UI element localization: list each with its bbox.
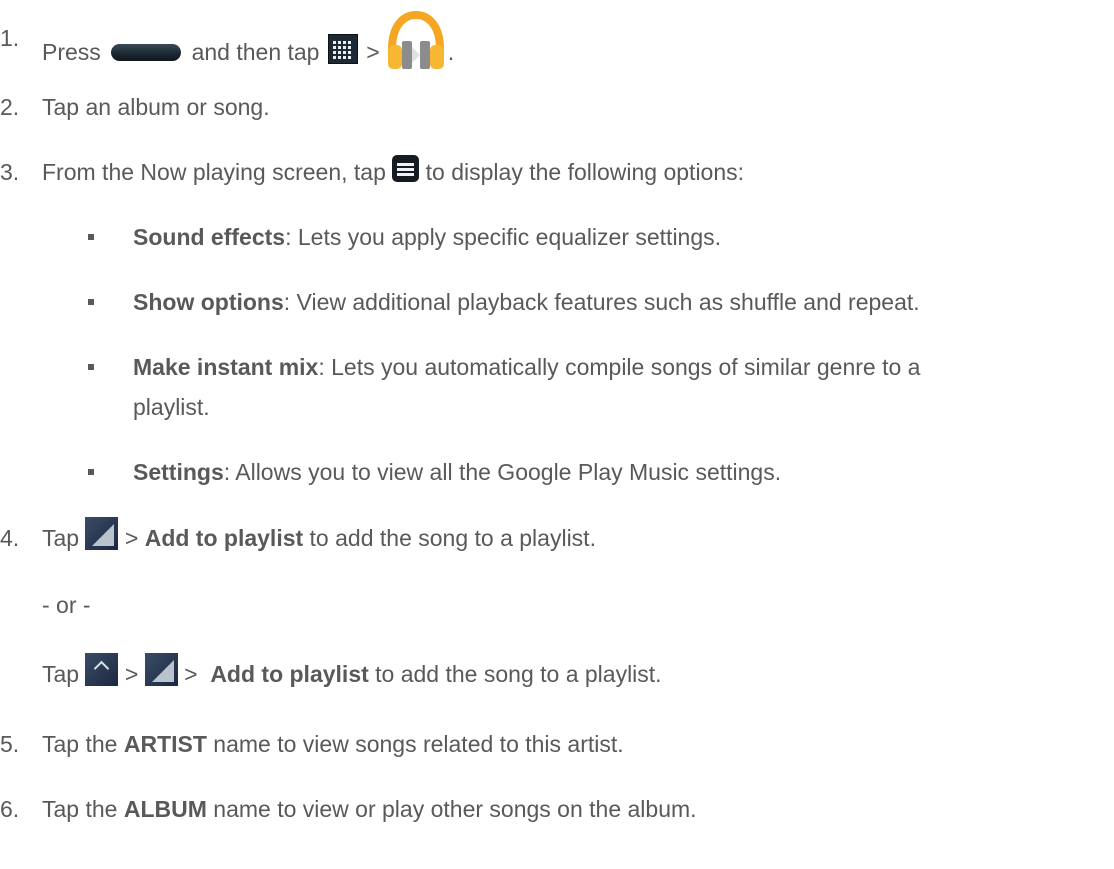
step-text: Tap	[42, 525, 80, 551]
option-desc: : Lets you apply specific equalizer sett…	[285, 224, 722, 250]
step-text: >	[366, 39, 380, 66]
option-title: Settings	[133, 459, 224, 485]
step-bold: ALBUM	[123, 796, 207, 822]
step-text: >	[124, 661, 139, 687]
step-number: 6.	[0, 796, 20, 822]
step-text: Tap the	[42, 731, 118, 757]
option-desc: : Lets you automatically compile songs o…	[318, 354, 921, 380]
option-desc: : Allows you to view all the Google Play…	[223, 459, 782, 485]
step-text: >	[124, 525, 139, 551]
step-text: name to view songs related to this artis…	[213, 731, 624, 757]
step-text: Tap	[42, 661, 80, 687]
step-text: Tap an album or song.	[42, 94, 270, 120]
step-text: .	[447, 39, 455, 66]
step-text: and then tap	[191, 39, 320, 66]
overflow-corner-icon	[85, 517, 119, 551]
step-number: 1.	[0, 25, 20, 51]
step-number: 3.	[0, 159, 20, 185]
step-text: to display the following options:	[425, 159, 745, 185]
step-number: 5.	[0, 731, 20, 757]
option-desc: : View additional playback features such…	[283, 289, 920, 315]
home-key-icon	[111, 43, 182, 61]
expand-caret-icon	[85, 653, 119, 687]
step-text: >	[184, 661, 198, 687]
step-bold: Add to playlist	[210, 661, 369, 687]
menu-key-icon	[392, 155, 420, 183]
step-text: Tap the	[42, 796, 118, 822]
option-title: Show options	[133, 289, 284, 315]
option-desc: playlist.	[133, 394, 210, 420]
option-title: Sound effects	[133, 224, 286, 250]
bullet	[88, 469, 94, 475]
bullet	[88, 299, 94, 305]
step-bold: Add to playlist	[144, 525, 304, 551]
bullet	[88, 234, 94, 240]
overflow-corner-icon	[144, 653, 178, 687]
step-text: From the Now playing screen, tap	[42, 159, 386, 185]
step-text: to add the song to a playlist.	[375, 661, 662, 687]
bullet	[88, 364, 94, 370]
step-number: 4.	[0, 525, 20, 551]
step-bold: ARTIST	[123, 731, 207, 757]
step-text: name to view or play other songs on the …	[213, 796, 697, 822]
play-music-headphones-icon	[384, 10, 448, 73]
step-text: Press	[42, 39, 101, 66]
step-text: to add the song to a playlist.	[309, 525, 596, 551]
option-title: Make instant mix	[133, 354, 319, 380]
apps-grid-icon	[327, 34, 358, 64]
step-number: 2.	[0, 94, 20, 120]
